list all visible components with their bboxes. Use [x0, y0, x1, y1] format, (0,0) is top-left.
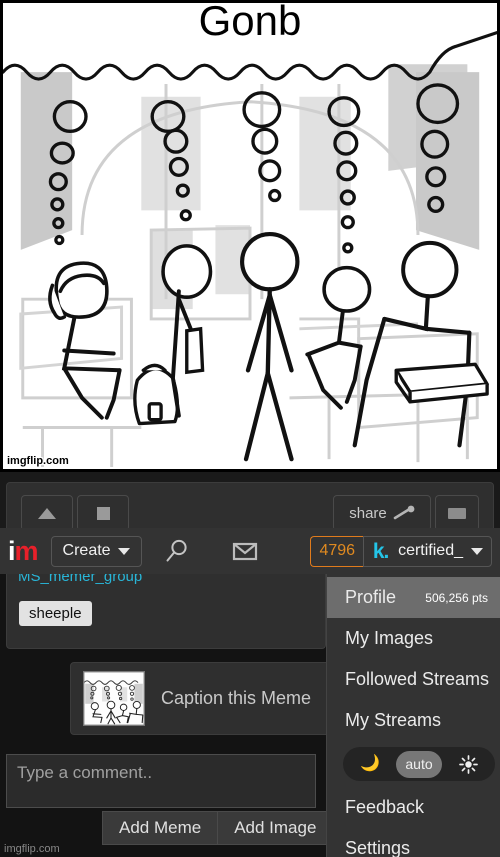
messages-button[interactable]: [232, 541, 258, 561]
menu-item-followed-streams[interactable]: Followed Streams: [327, 659, 500, 700]
search-button[interactable]: [164, 538, 190, 564]
create-button[interactable]: Create: [50, 535, 142, 567]
menu-item-label: Followed Streams: [345, 669, 490, 689]
downvote-square-icon: [96, 506, 110, 520]
user-dropdown-menu: Profile 506,256 pts My Images Followed S…: [326, 574, 500, 857]
theme-light-option[interactable]: [445, 751, 491, 778]
theme-auto-option[interactable]: auto: [396, 750, 442, 778]
imgflip-logo[interactable]: im: [8, 535, 39, 566]
menu-item-my-images[interactable]: My Images: [327, 618, 500, 659]
avatar: k.: [372, 539, 390, 563]
meme-image[interactable]: Gonb imgflip.com: [0, 0, 500, 472]
menu-item-my-streams[interactable]: My Streams: [327, 700, 500, 741]
menu-item-feedback[interactable]: Feedback: [327, 787, 500, 828]
top-navbar: im Create 4796 k. certified_: [0, 528, 500, 574]
caption-thumbnail: [83, 671, 145, 726]
upvote-button[interactable]: [21, 495, 73, 531]
username-label: certified_: [398, 542, 463, 559]
add-meme-button[interactable]: Add Meme: [102, 811, 219, 845]
menu-item-settings[interactable]: Settings: [327, 828, 500, 857]
meme-artwork: [3, 3, 497, 469]
search-icon: [166, 539, 187, 562]
post-meta-card: MS_memer_group sheeple: [6, 568, 326, 649]
profile-points: 506,256 pts: [425, 590, 488, 605]
theme-dark-option[interactable]: 🌙: [347, 751, 393, 778]
share-button[interactable]: share: [333, 495, 431, 531]
tag-chip-sheeple[interactable]: sheeple: [19, 601, 92, 626]
meme-watermark: imgflip.com: [7, 455, 69, 467]
sun-icon: [458, 754, 478, 774]
theme-toggle[interactable]: 🌙 auto: [343, 747, 495, 781]
menu-item-label: My Images: [345, 628, 434, 648]
notification-points-badge[interactable]: 4796: [310, 535, 364, 567]
more-options-button[interactable]: [435, 495, 479, 531]
envelope-icon: [232, 542, 257, 561]
share-node-icon: [393, 505, 415, 520]
navbar-user-area: 4796 k. certified_: [310, 535, 492, 567]
caption-thumbnail-art: [84, 672, 144, 725]
more-options-icon: [448, 507, 466, 519]
comment-attach-buttons: Add Meme Add Image: [102, 811, 334, 845]
add-image-button[interactable]: Add Image: [218, 811, 334, 845]
page-watermark: imgflip.com: [4, 843, 60, 855]
logo-letter-m: m: [14, 535, 39, 566]
menu-item-label: Profile: [345, 587, 397, 607]
meme-top-text: Gonb: [198, 0, 302, 44]
create-label: Create: [62, 542, 111, 559]
downvote-button[interactable]: [77, 495, 129, 531]
upvote-triangle-icon: [38, 507, 56, 519]
user-menu-button[interactable]: k. certified_: [363, 535, 492, 567]
chevron-down-icon: [471, 547, 483, 555]
menu-item-label: Settings: [345, 838, 411, 857]
comment-input[interactable]: Type a comment..: [6, 754, 316, 808]
chevron-down-icon: [117, 547, 130, 555]
menu-item-profile[interactable]: Profile 506,256 pts: [327, 577, 500, 618]
theme-auto-label: auto: [405, 756, 433, 772]
moon-icon: 🌙: [360, 755, 380, 772]
menu-item-label: Feedback: [345, 797, 425, 817]
menu-item-label: My Streams: [345, 710, 442, 730]
caption-this-meme-label: Caption this Meme: [161, 688, 312, 708]
app-root: Gonb imgflip.com share MS_memer_group sh…: [0, 0, 500, 857]
share-label: share: [349, 504, 387, 522]
